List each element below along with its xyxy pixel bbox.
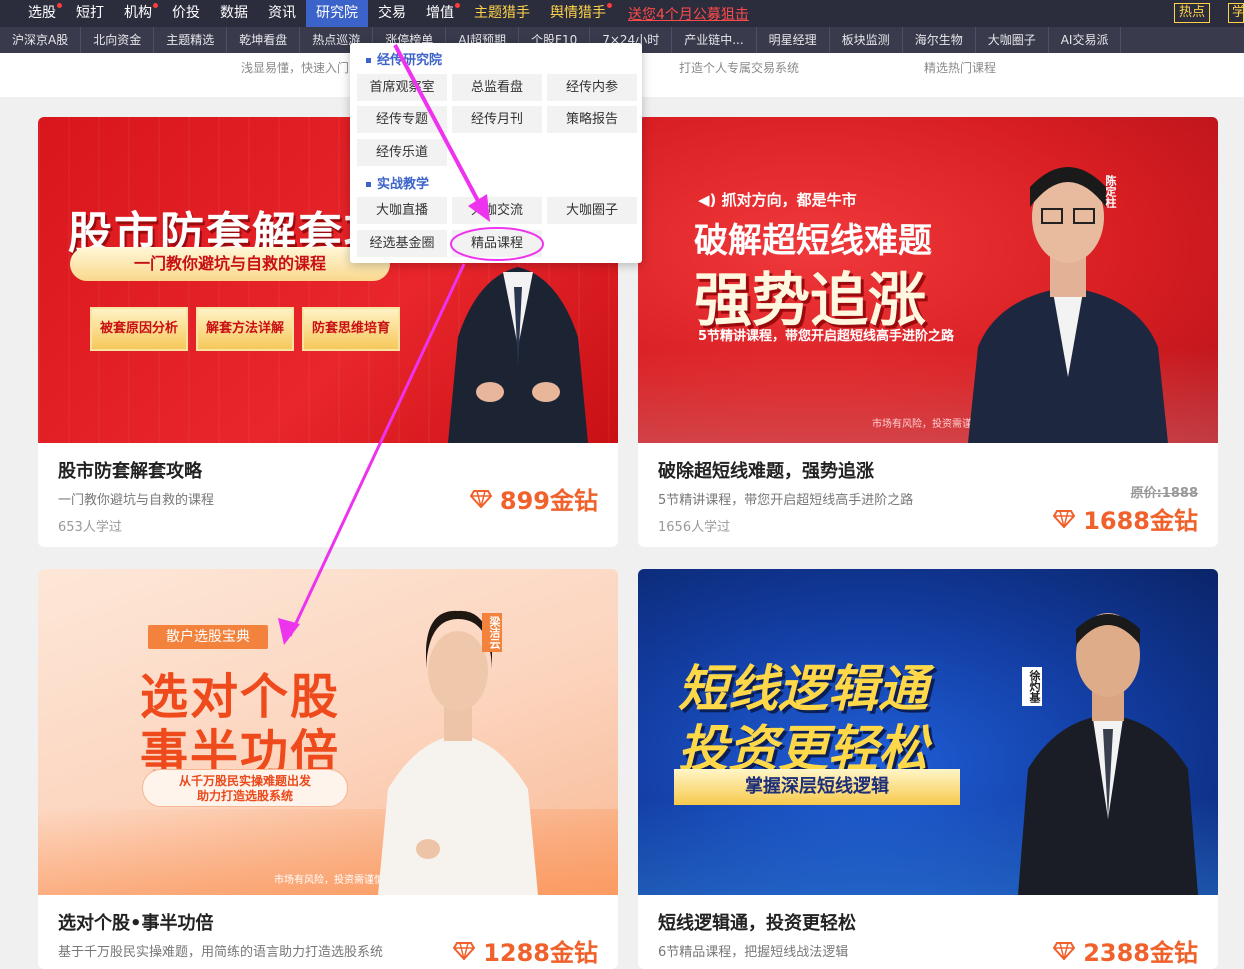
dropdown-section-title: 经传研究院	[366, 49, 442, 68]
nav-item-zixun[interactable]: 资讯	[258, 0, 306, 27]
original-price: 原价:1888	[1130, 486, 1198, 501]
subnav-item[interactable]: 大咖圈子	[976, 27, 1049, 53]
banner-tag: 被套原因分析	[90, 307, 188, 351]
new-dot	[455, 3, 460, 8]
nav-item-jigou[interactable]: 机构	[114, 0, 162, 27]
course-card[interactable]: 散户选股宝典 选对个股 事半功倍 从千万股民实操难题出发 助力打造选股系统 市场…	[38, 569, 618, 969]
diamond-icon	[1053, 941, 1076, 960]
course-price: 1688金钻	[1053, 501, 1198, 536]
subnav-item[interactable]: 乾坤看盘	[227, 27, 301, 53]
banner-tag: ◀) 抓对方向，都是牛市	[698, 191, 857, 209]
top-nav: 选股 短打 机构 价投 数据 资讯 研究院 交易 增值 主题猎手 舆情猎手 送您…	[0, 0, 1244, 27]
subnav-item[interactable]: 沪深京A股	[0, 27, 82, 53]
menu-item[interactable]: 策略报告	[547, 106, 637, 133]
learn-button[interactable]: 学	[1228, 3, 1244, 23]
teacher-label: 陈定柱	[1104, 175, 1117, 208]
menu-item[interactable]: 大咖直播	[357, 197, 447, 224]
subnav-item[interactable]: 北向资金	[81, 27, 155, 53]
nav-item-jiaoyi[interactable]: 交易	[368, 0, 416, 27]
speaker-icon: ◀)	[698, 191, 717, 209]
banner-tag: 防套思维培育	[302, 307, 400, 351]
menu-item[interactable]: 大咖圈子	[547, 197, 637, 224]
course-title[interactable]: 股市防套解套攻略	[58, 457, 202, 483]
diamond-icon	[1053, 509, 1076, 528]
course-banner[interactable]: 短线逻辑通 投资更轻松 掌握深层短线逻辑 徐灼基	[638, 569, 1218, 895]
teacher-label: 梁洁云	[482, 613, 502, 652]
course-card[interactable]: ◀) 抓对方向，都是牛市 破解超短线难题 强势追涨 5节精讲课程，带您开启超短线…	[638, 117, 1218, 547]
diamond-icon	[469, 489, 492, 508]
nav-item-yuqing[interactable]: 舆情猎手	[540, 0, 616, 27]
subnav-item[interactable]: 主题精选	[154, 27, 228, 53]
nav-item-duanda[interactable]: 短打	[66, 0, 114, 27]
course-card[interactable]: 短线逻辑通 投资更轻松 掌握深层短线逻辑 徐灼基 短线逻辑通，投资更轻松 6节精…	[638, 569, 1218, 969]
banner-subtitle: 一门教你避坑与自救的课程	[70, 247, 390, 281]
course-desc: 一门教你避坑与自救的课程	[58, 493, 215, 508]
nav-item-jiatou[interactable]: 价投	[162, 0, 210, 27]
menu-item[interactable]: 经传乐道	[357, 139, 447, 166]
hint-text: 打造个人专属交易系统	[679, 61, 800, 75]
teacher-label: 徐灼基	[1022, 667, 1042, 706]
nav-item-shuju[interactable]: 数据	[210, 0, 258, 27]
course-price: 1288金钻	[453, 933, 598, 968]
banner-tag: 散户选股宝典	[148, 625, 268, 649]
subnav-item[interactable]: AI交易派	[1049, 27, 1122, 53]
course-price: 2388金钻	[1053, 933, 1198, 968]
presenter-photo	[1018, 613, 1198, 895]
menu-item[interactable]: 经选基金圈	[357, 230, 447, 257]
subnav-item[interactable]: 海尔生物	[903, 27, 976, 53]
banner-subtitle: 5节精讲课程，带您开启超短线高手进阶之路	[698, 329, 955, 344]
subnav-item[interactable]: 明星经理	[757, 27, 830, 53]
banner-subtitle: 从千万股民实操难题出发 助力打造选股系统	[142, 769, 348, 807]
new-dot	[153, 3, 158, 8]
course-desc: 6节精品课程，把握短线战法逻辑	[658, 945, 849, 960]
course-title[interactable]: 短线逻辑通，投资更轻松	[658, 909, 856, 935]
course-learners: 653人学过	[58, 520, 122, 535]
presenter-photo	[378, 610, 538, 895]
nav-item-xuangu[interactable]: 选股	[18, 0, 66, 27]
subnav-item[interactable]: 板块监测	[830, 27, 903, 53]
menu-item[interactable]: 总监看盘	[452, 74, 542, 101]
subnav-item[interactable]: 产业链中...	[672, 27, 757, 53]
course-desc: 基于千万股民实操难题，用简练的语言助力打造选股系统	[58, 945, 384, 960]
banner-subtitle: 掌握深层短线逻辑	[674, 769, 960, 805]
new-dot	[57, 3, 62, 8]
hot-button[interactable]: 热点	[1174, 3, 1211, 23]
menu-item[interactable]: 首席观察室	[357, 74, 447, 101]
course-banner[interactable]: 散户选股宝典 选对个股 事半功倍 从千万股民实操难题出发 助力打造选股系统 市场…	[38, 569, 618, 895]
course-price: 899金钻	[469, 481, 598, 516]
menu-item[interactable]: 经传月刊	[452, 106, 542, 133]
research-dropdown: 经传研究院 首席观察室 总监看盘 经传内参 经传专题 经传月刊 策略报告 经传乐…	[350, 43, 642, 263]
course-title[interactable]: 破除超短线难题，强势追涨	[658, 457, 874, 483]
nav-item-zengzhi[interactable]: 增值	[416, 0, 464, 27]
new-dot	[607, 3, 612, 8]
menu-item[interactable]: 经传专题	[357, 106, 447, 133]
course-desc: 5节精讲课程，带您开启超短线高手进阶之路	[658, 493, 914, 508]
presenter-photo	[968, 167, 1168, 443]
menu-item[interactable]: 经传内参	[547, 74, 637, 101]
nav-item-yanjiuyuan[interactable]: 研究院	[306, 0, 368, 27]
course-banner[interactable]: ◀) 抓对方向，都是牛市 破解超短线难题 强势追涨 5节精讲课程，带您开启超短线…	[638, 117, 1218, 443]
dropdown-section-title: 实战教学	[366, 173, 429, 192]
nav-item-zhuti[interactable]: 主题猎手	[464, 0, 540, 27]
hint-text: 精选热门课程	[924, 61, 997, 75]
hint-text: 浅显易懂，快速入门	[241, 61, 350, 75]
menu-item-featured-courses[interactable]: 精品课程	[452, 230, 542, 257]
menu-item[interactable]: 大咖交流	[452, 197, 542, 224]
promo-link[interactable]: 送您4个月公募狙击	[628, 4, 749, 24]
diamond-icon	[453, 941, 476, 960]
banner-tag: 解套方法详解	[196, 307, 294, 351]
course-title[interactable]: 选对个股•事半功倍	[58, 909, 214, 935]
course-learners: 1656人学过	[658, 520, 731, 535]
